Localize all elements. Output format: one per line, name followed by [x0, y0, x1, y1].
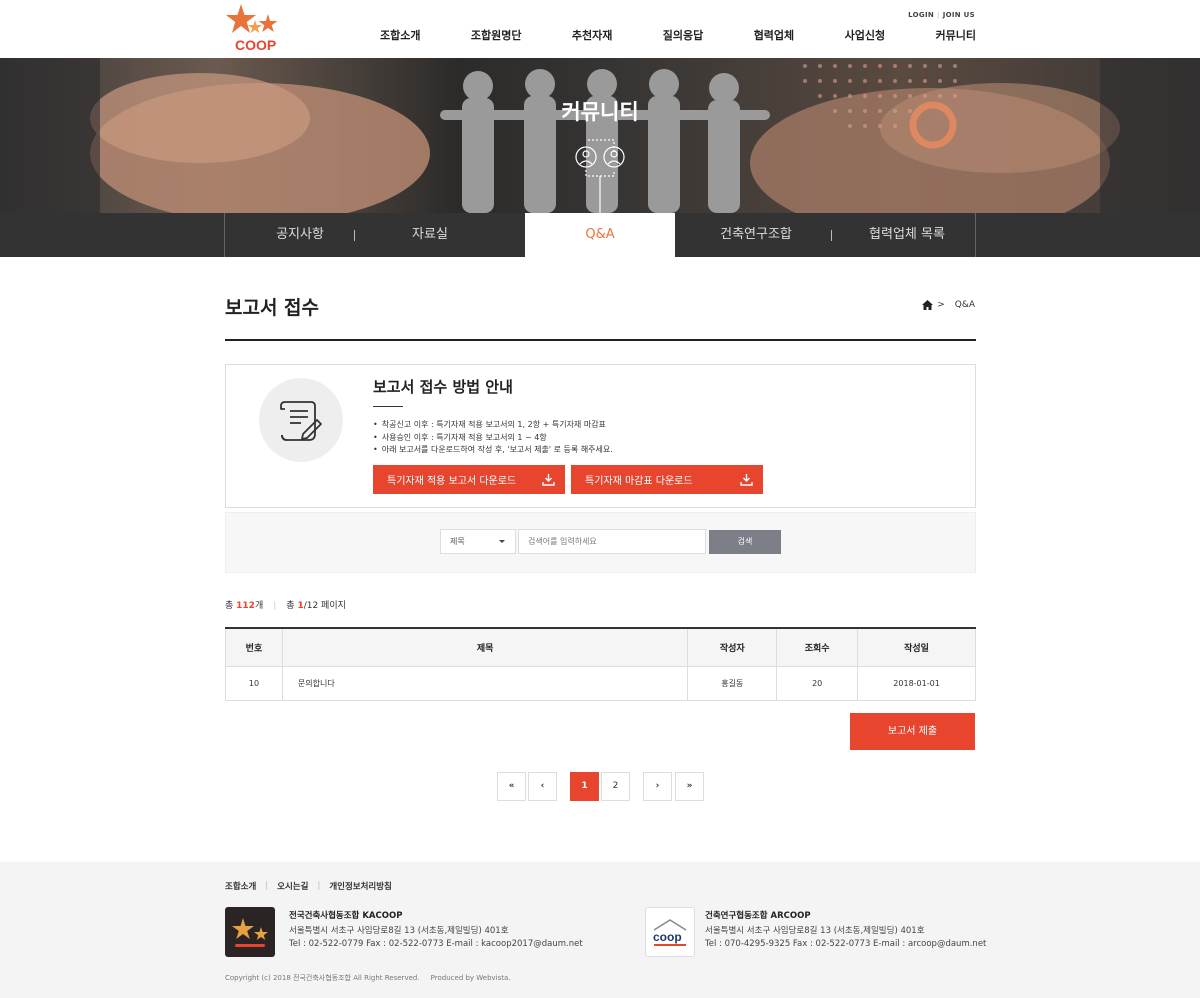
title-divider — [225, 339, 976, 341]
page-button-1[interactable]: 1 — [570, 772, 599, 801]
search-box: 제목 검색 — [225, 512, 976, 573]
column-header-views: 조회수 — [776, 628, 859, 667]
coop-logo[interactable]: COOP — [225, 2, 283, 54]
cell-date: 2018-01-01 — [857, 665, 976, 701]
report-guide-box: 보고서 접수 방법 안내 착공신고 이후 : 특기자재 적용 보고서의 1, 2… — [225, 364, 976, 508]
tab-research-coop[interactable]: 건축연구조합 — [681, 213, 831, 257]
breadcrumb-separator: > — [937, 300, 945, 310]
post-count: 총 112개 | 총 1/12 페이지 — [225, 601, 346, 611]
breadcrumb: > Q&A — [922, 300, 975, 310]
nav-item-members[interactable]: 조합원명단 — [471, 27, 522, 43]
qna-table: 번호 제목 작성자 조회수 작성일 10 문의합니다 홍길동 20 2018-0… — [225, 627, 976, 701]
column-header-author: 작성자 — [687, 628, 778, 667]
tab-qna[interactable]: Q&A — [525, 213, 675, 257]
kacoop-contact: Tel : 02-522-0779 Fax : 02-522-0773 E-ma… — [289, 939, 583, 949]
first-page-button[interactable]: « — [497, 772, 526, 801]
main-nav: 조합소개 조합원명단 추천자재 질의응답 협력업체 사업신청 커뮤니티 — [380, 27, 976, 43]
cell-author: 홍길동 — [687, 665, 778, 701]
top-links: LOGIN | JOIN US — [908, 11, 975, 19]
guide-title: 보고서 접수 방법 안내 — [373, 378, 513, 396]
download-report-button[interactable]: 특기자재 적용 보고서 다운로드 — [373, 465, 565, 494]
download-finish-table-button[interactable]: 특기자재 마감표 다운로드 — [571, 465, 763, 494]
count-page-rest: /12 페이지 — [303, 601, 346, 611]
guide-item: 아래 보고서를 다운로드하여 작성 후, '보고서 제출' 로 등록 해주세요. — [373, 444, 613, 457]
page-title: 보고서 접수 — [225, 297, 320, 319]
hero-background-image — [0, 58, 1200, 213]
site-footer: 조합소개 | 오시는길 | 개인정보처리방침 전국건축사협동조합 KACOOP … — [0, 862, 1200, 998]
download-icon — [740, 474, 753, 486]
footer-link-directions[interactable]: 오시는길 — [277, 880, 308, 892]
tab-notice[interactable]: 공지사항 — [225, 213, 375, 257]
guide-list: 착공신고 이후 : 특기자재 적용 보고서의 1, 2항 + 특기자재 마감표 … — [373, 419, 613, 457]
arcoop-name: 건축연구협동조합 ARCOOP — [705, 911, 811, 921]
tab-partner-list[interactable]: 협력업체 목록 — [832, 213, 982, 257]
search-field-select[interactable]: 제목 — [440, 529, 516, 554]
cell-views: 20 — [776, 665, 859, 701]
home-icon[interactable] — [922, 300, 934, 310]
next-page-button[interactable]: › — [643, 772, 672, 801]
count-total-prefix: 총 — [225, 601, 237, 611]
download-report-label: 특기자재 적용 보고서 다운로드 — [387, 476, 517, 487]
breadcrumb-current: Q&A — [954, 300, 975, 310]
table-row[interactable]: 10 문의합니다 홍길동 20 2018-01-01 — [225, 665, 976, 701]
submit-report-button[interactable]: 보고서 제출 — [850, 713, 975, 750]
svg-text:coop: coop — [653, 930, 682, 944]
caret-down-icon — [499, 540, 505, 543]
cell-no: 10 — [225, 665, 283, 701]
nav-item-community[interactable]: 커뮤니티 — [935, 27, 975, 43]
footer-link-about[interactable]: 조합소개 — [225, 880, 256, 892]
count-total-suffix: 개 — [254, 601, 264, 611]
footer-link-privacy[interactable]: 개인정보처리방침 — [329, 880, 392, 892]
hero-title: 커뮤니티 — [561, 100, 639, 124]
document-icon — [259, 378, 343, 462]
arcoop-logo: coop — [645, 907, 695, 957]
copyright: Copyright (c) 2018 전국건축사협동조합 All Right R… — [225, 974, 511, 982]
guide-item: 착공신고 이후 : 특기자재 적용 보고서의 1, 2항 + 특기자재 마감표 — [373, 419, 613, 432]
column-header-subject: 제목 — [281, 628, 689, 667]
nav-item-about[interactable]: 조합소개 — [380, 27, 420, 43]
login-link[interactable]: LOGIN — [908, 11, 934, 19]
kacoop-name: 전국건축사협동조합 KACOOP — [289, 911, 403, 921]
nav-item-materials[interactable]: 추천자재 — [572, 27, 612, 43]
count-total: 112 — [236, 601, 255, 611]
arcoop-address: 서울특별시 서초구 사임당로8길 13 (서초동,제일빌딩) 401호 — [705, 926, 925, 936]
subnav-divider — [975, 213, 976, 257]
nav-item-partners[interactable]: 협력업체 — [754, 27, 794, 43]
hero-banner: 커뮤니티 — [0, 58, 1200, 213]
page-button-2[interactable]: 2 — [601, 772, 630, 801]
kacoop-address: 서울특별시 서초구 사임당로8길 13 (서초동,제일빌딩) 401호 — [289, 926, 509, 936]
kacoop-logo — [225, 907, 275, 957]
search-field-value: 제목 — [450, 537, 465, 546]
guide-item: 사용승인 이후 : 특기자재 적용 보고서의 1 ~ 4항 — [373, 432, 613, 445]
arcoop-contact: Tel : 070-4295-9325 Fax : 02-522-0773 E-… — [705, 939, 987, 949]
guide-title-underline — [373, 406, 403, 407]
site-header: COOP LOGIN | JOIN US 조합소개 조합원명단 추천자재 질의응답 … — [0, 0, 1200, 58]
cell-subject-link[interactable]: 문의합니다 — [281, 665, 689, 701]
table-header-row: 번호 제목 작성자 조회수 작성일 — [225, 628, 976, 667]
download-icon — [542, 474, 555, 486]
nav-item-qna[interactable]: 질의응답 — [663, 27, 703, 43]
download-finish-table-label: 특기자재 마감표 다운로드 — [585, 476, 693, 487]
count-page-prefix: 총 — [286, 601, 298, 611]
column-header-date: 작성일 — [857, 628, 976, 667]
column-header-no: 번호 — [225, 628, 283, 667]
search-button[interactable]: 검색 — [709, 530, 781, 554]
last-page-button[interactable]: » — [675, 772, 704, 801]
footer-links: 조합소개 | 오시는길 | 개인정보처리방침 — [225, 880, 392, 892]
sub-navigation: 공지사항 자료실 Q&A 건축연구조합 협력업체 목록 — [0, 213, 1200, 257]
svg-text:COOP: COOP — [235, 37, 276, 53]
join-link[interactable]: JOIN US — [943, 11, 975, 19]
tab-archive[interactable]: 자료실 — [355, 213, 505, 257]
prev-page-button[interactable]: ‹ — [528, 772, 557, 801]
search-input[interactable] — [518, 529, 706, 554]
nav-item-business[interactable]: 사업신청 — [845, 27, 885, 43]
